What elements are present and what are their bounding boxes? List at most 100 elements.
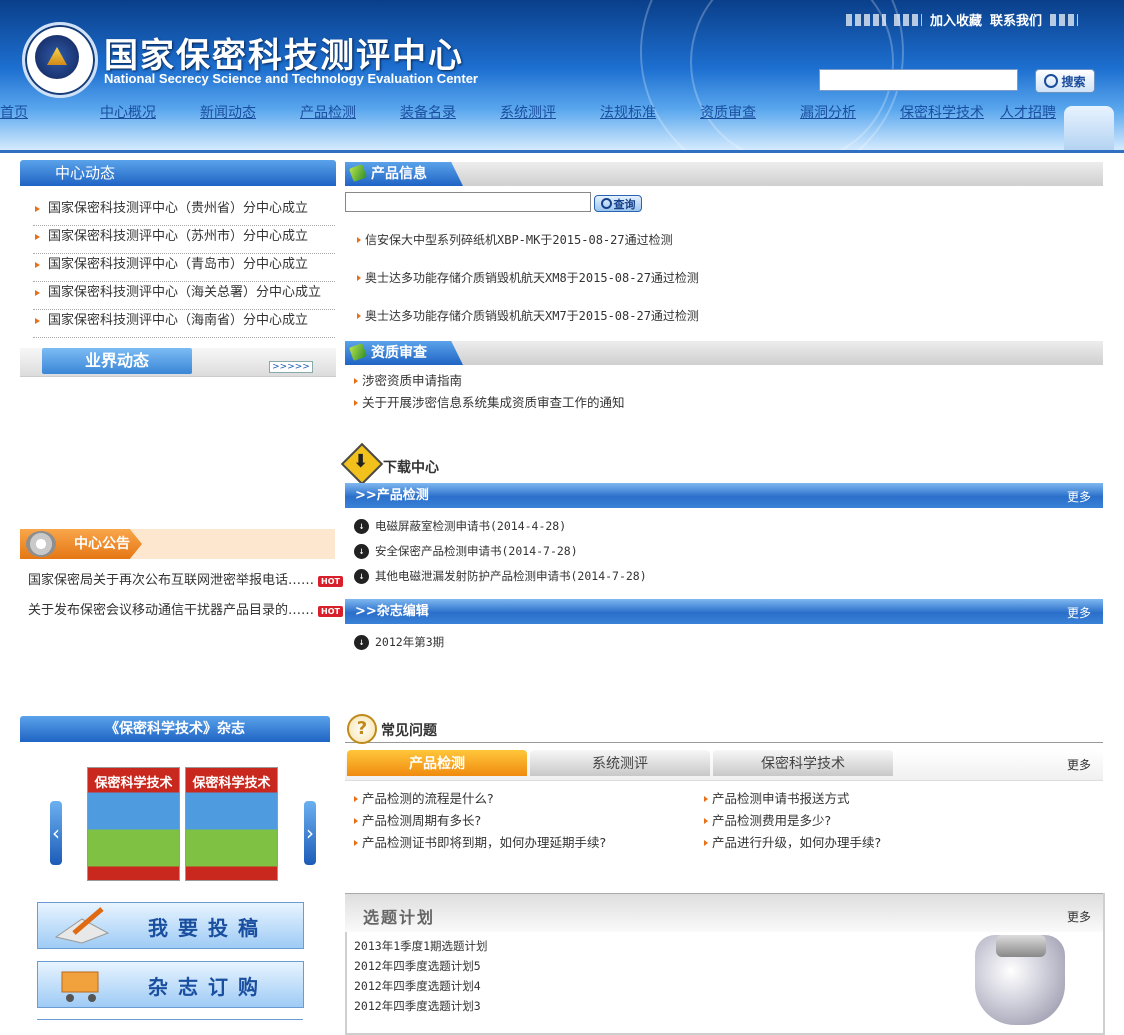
qualification-link[interactable]: 关于开展涉密信息系统集成资质审查工作的通知 bbox=[362, 395, 625, 410]
faq-link[interactable]: 产品检测周期有多长? bbox=[362, 813, 481, 828]
news-link[interactable]: 国家保密科技测评中心（海关总署）分中心成立 bbox=[48, 285, 321, 300]
faq-link[interactable]: 产品进行升级，如何办理手续? bbox=[712, 835, 881, 850]
list-item[interactable]: 产品检测费用是多少? bbox=[704, 810, 881, 832]
list-item[interactable]: 2013年1季度1期选题计划 bbox=[354, 936, 488, 956]
download-link[interactable]: 安全保密产品检测申请书(2014-7-28) bbox=[375, 543, 578, 559]
tab-system-evaluation[interactable]: 系统测评 bbox=[530, 750, 710, 776]
plan-link[interactable]: 2012年四季度选题计划3 bbox=[354, 999, 481, 1013]
industry-news-tab: 业界动态 >>>>> bbox=[20, 348, 336, 377]
submit-manuscript-button[interactable]: 我要投稿 bbox=[37, 902, 304, 949]
list-item[interactable]: 国家保密局关于再次公布互联网泄密举报电话…… HOT bbox=[28, 566, 343, 596]
list-item[interactable]: 涉密资质申请指南 bbox=[354, 370, 625, 392]
list-item[interactable]: 产品检测申请书报送方式 bbox=[704, 788, 881, 810]
list-item[interactable]: 2012年四季度选题计划3 bbox=[354, 996, 488, 1016]
topic-plan-title: 选题计划 bbox=[363, 908, 436, 927]
news-link[interactable]: 国家保密科技测评中心（贵州省）分中心成立 bbox=[48, 201, 308, 216]
list-item[interactable]: 国家保密科技测评中心（贵州省）分中心成立 bbox=[33, 198, 335, 226]
plan-link[interactable]: 2012年四季度选题计划4 bbox=[354, 979, 481, 993]
magazine-cover[interactable]: 保密科学技术 bbox=[87, 767, 180, 881]
nav-equipment-list[interactable]: 装备名录 bbox=[400, 102, 456, 122]
list-item[interactable]: 奥士达多功能存储介质销毁机航天XM7于2015-08-27通过检测 bbox=[357, 305, 1057, 343]
faq-link[interactable]: 产品检测费用是多少? bbox=[712, 813, 831, 828]
tab-secrecy-science[interactable]: 保密科学技术 bbox=[713, 750, 893, 776]
list-item[interactable]: 2012年四季度选题计划4 bbox=[354, 976, 488, 996]
nav-regulations[interactable]: 法规标准 bbox=[600, 102, 656, 122]
download-item[interactable]: ↓ 其他电磁泄漏发射防护产品检测申请书(2014-7-28) bbox=[354, 568, 647, 584]
list-item[interactable]: 国家保密科技测评中心（海南省）分中心成立 bbox=[33, 310, 335, 338]
news-link[interactable]: 国家保密科技测评中心（苏州市）分中心成立 bbox=[48, 229, 308, 244]
nav-product-testing[interactable]: 产品检测 bbox=[300, 102, 356, 122]
notice-link[interactable]: 关于发布保密会议移动通信干扰器产品目录的…… bbox=[28, 602, 314, 620]
faq-link[interactable]: 产品检测申请书报送方式 bbox=[712, 791, 850, 806]
nav-news[interactable]: 新闻动态 bbox=[200, 102, 256, 122]
product-link[interactable]: 信安保大中型系列碎纸机XBP-MK于2015-08-27通过检测 bbox=[365, 233, 673, 247]
list-item[interactable]: 2012年四季度选题计划5 bbox=[354, 956, 488, 976]
nav-about[interactable]: 中心概况 bbox=[100, 102, 156, 122]
qualification-list: 涉密资质申请指南 关于开展涉密信息系统集成资质审查工作的通知 bbox=[354, 370, 625, 414]
nav-system-evaluation[interactable]: 系统测评 bbox=[500, 102, 556, 122]
faq-link[interactable]: 产品检测的流程是什么? bbox=[362, 791, 494, 806]
qualification-title: 资质审查 bbox=[371, 345, 427, 361]
plan-link[interactable]: 2012年四季度选题计划5 bbox=[354, 959, 481, 973]
list-item[interactable]: 关于发布保密会议移动通信干扰器产品目录的…… HOT bbox=[28, 596, 343, 626]
download-link[interactable]: 2012年第3期 bbox=[375, 634, 444, 650]
list-item[interactable]: 关于开展涉密信息系统集成资质审查工作的通知 bbox=[354, 392, 625, 414]
center-news-list: 国家保密科技测评中心（贵州省）分中心成立 国家保密科技测评中心（苏州市）分中心成… bbox=[33, 198, 335, 338]
list-item[interactable]: 国家保密科技测评中心（苏州市）分中心成立 bbox=[33, 226, 335, 254]
order-magazine-button[interactable]: 杂志订购 bbox=[37, 961, 304, 1008]
magazine-heading: 《保密科学技术》杂志 bbox=[20, 716, 330, 742]
download-link[interactable]: 其他电磁泄漏发射防护产品检测申请书(2014-7-28) bbox=[375, 568, 647, 584]
carousel-next-button[interactable]: › bbox=[304, 801, 316, 865]
submit-manuscript-label: 我要投稿 bbox=[148, 916, 268, 940]
tab-product-testing[interactable]: 产品检测 bbox=[347, 750, 527, 776]
download-link[interactable]: 电磁屏蔽室检测申请书(2014-4-28) bbox=[375, 518, 566, 534]
download-item[interactable]: ↓ 安全保密产品检测申请书(2014-7-28) bbox=[354, 543, 578, 559]
list-item[interactable]: 产品检测周期有多长? bbox=[354, 810, 606, 832]
product-info-title: 产品信息 bbox=[371, 166, 427, 182]
nav-home[interactable]: 首页 bbox=[0, 102, 28, 122]
product-link[interactable]: 奥士达多功能存储介质销毁机航天XM8于2015-08-27通过检测 bbox=[365, 271, 699, 285]
nav-qualification[interactable]: 资质审查 bbox=[700, 102, 756, 122]
download-item[interactable]: ↓ 2012年第3期 bbox=[354, 634, 444, 650]
notice-link[interactable]: 国家保密局关于再次公布互联网泄密举报电话…… bbox=[28, 572, 314, 590]
nav-vulnerability[interactable]: 漏洞分析 bbox=[800, 102, 856, 122]
magazine-cover[interactable]: 保密科学技术 bbox=[185, 767, 278, 881]
product-query-input[interactable] bbox=[345, 192, 591, 212]
industry-more-button[interactable]: >>>>> bbox=[269, 361, 313, 373]
search-icon bbox=[1044, 74, 1059, 88]
faq-more-link[interactable]: 更多 bbox=[1067, 756, 1091, 773]
nav-secrecy-science[interactable]: 保密科学技术 bbox=[900, 102, 984, 122]
qualification-link[interactable]: 涉密资质申请指南 bbox=[362, 373, 462, 388]
nav-recruitment[interactable]: 人才招聘 bbox=[1000, 102, 1056, 122]
product-query-button[interactable]: 查询 bbox=[594, 195, 642, 212]
news-link[interactable]: 国家保密科技测评中心（青岛市）分中心成立 bbox=[48, 257, 308, 272]
list-item[interactable]: 国家保密科技测评中心（青岛市）分中心成立 bbox=[33, 254, 335, 282]
list-item[interactable]: 国家保密科技测评中心（海关总署）分中心成立 bbox=[33, 282, 335, 310]
carousel-prev-button[interactable]: ‹ bbox=[50, 801, 62, 865]
query-button-label: 查询 bbox=[613, 197, 636, 211]
list-item[interactable]: 产品进行升级，如何办理手续? bbox=[704, 832, 881, 854]
download-icon: ↓ bbox=[354, 518, 369, 534]
question-mark-icon: ? bbox=[347, 714, 377, 744]
download-item[interactable]: ↓ 电磁屏蔽室检测申请书(2014-4-28) bbox=[354, 518, 566, 534]
site-search-input[interactable] bbox=[819, 69, 1018, 91]
download-product-more-link[interactable]: 更多 bbox=[1067, 485, 1091, 510]
product-link[interactable]: 奥士达多功能存储介质销毁机航天XM7于2015-08-27通过检测 bbox=[365, 309, 699, 323]
notice-list: 国家保密局关于再次公布互联网泄密举报电话…… HOT 关于发布保密会议移动通信干… bbox=[28, 566, 343, 626]
news-link[interactable]: 国家保密科技测评中心（海南省）分中心成立 bbox=[48, 313, 308, 328]
faq-link[interactable]: 产品检测证书即将到期，如何办理延期手续? bbox=[362, 835, 606, 850]
site-search-button[interactable]: 搜索 bbox=[1035, 69, 1095, 93]
speaker-icon bbox=[26, 531, 56, 557]
pen-icon bbox=[349, 164, 367, 182]
list-item[interactable]: 产品检测证书即将到期，如何办理延期手续? bbox=[354, 832, 606, 854]
list-item[interactable]: 产品检测的流程是什么? bbox=[354, 788, 606, 810]
contact-us-link[interactable]: 联系我们 bbox=[990, 10, 1042, 29]
download-magazine-more-link[interactable]: 更多 bbox=[1067, 601, 1091, 626]
add-favorite-link[interactable]: 加入收藏 bbox=[930, 10, 982, 29]
site-logo[interactable] bbox=[22, 22, 98, 98]
plan-link[interactable]: 2013年1季度1期选题计划 bbox=[354, 939, 488, 953]
list-item[interactable]: 信安保大中型系列碎纸机XBP-MK于2015-08-27通过检测 bbox=[357, 229, 1057, 267]
download-icon: ↓ bbox=[354, 568, 369, 584]
topic-plan-more-link[interactable]: 更多 bbox=[1067, 908, 1091, 925]
list-item[interactable]: 奥士达多功能存储介质销毁机航天XM8于2015-08-27通过检测 bbox=[357, 267, 1057, 305]
